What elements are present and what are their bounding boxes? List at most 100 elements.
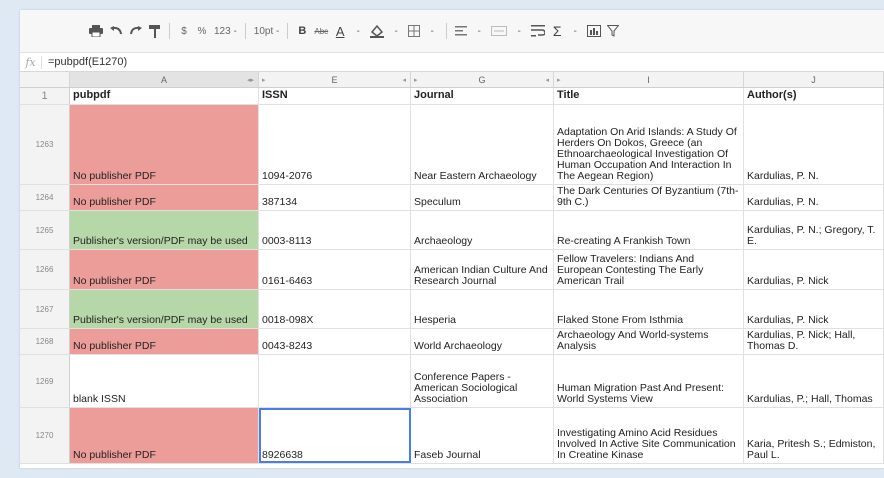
functions-dropdown[interactable]: - <box>566 20 584 42</box>
cell-title[interactable]: Human Migration Past And Present: World … <box>554 355 744 407</box>
cell-issn[interactable]: 0003-8113 <box>259 211 411 249</box>
cell-journal[interactable]: Hesperia <box>411 290 554 328</box>
table-row: 1264 No publisher PDF 387134 Speculum Th… <box>20 185 884 211</box>
cell-issn[interactable] <box>259 355 411 407</box>
column-header-g[interactable]: ▸ G ◂ <box>411 72 554 87</box>
column-label: J <box>811 74 816 85</box>
cell-authors[interactable]: Kardulias, P. Nick; Hall, Thomas D. <box>744 329 884 354</box>
cell-authors[interactable]: Kardulias, P.; Hall, Thomas <box>744 355 884 407</box>
strikethrough-icon[interactable]: Abc <box>311 20 331 42</box>
cell-issn[interactable]: 1094-2076 <box>259 105 411 184</box>
wrap-icon[interactable] <box>528 20 548 42</box>
currency-icon[interactable]: $ <box>175 20 193 42</box>
borders-dropdown[interactable]: - <box>423 20 441 42</box>
column-header-a[interactable]: A ◂▸ <box>70 72 259 87</box>
chart-icon[interactable] <box>584 20 604 42</box>
row-number[interactable]: 1270 <box>20 408 70 463</box>
merge-icon[interactable] <box>488 20 510 42</box>
column-arrow-icon: ◂▸ <box>246 76 254 84</box>
fill-color-icon[interactable] <box>367 20 387 42</box>
fx-icon: fx <box>20 55 42 69</box>
cell-issn[interactable]: 387134 <box>259 185 411 210</box>
cell-authors[interactable]: Kardulias, P. N. <box>744 105 884 184</box>
cell-pubpdf[interactable]: No publisher PDF <box>70 329 259 354</box>
number-format-button[interactable]: 123 - <box>211 20 240 42</box>
cell-title[interactable]: Archaeology And World-systems Analysis <box>554 329 744 354</box>
column-header-i[interactable]: ▸ I <box>554 72 744 87</box>
cell-pubpdf[interactable]: No publisher PDF <box>70 408 259 463</box>
font-size-select[interactable]: 10pt - <box>251 20 283 42</box>
bold-icon[interactable]: B <box>293 20 311 42</box>
toolbar-divider <box>244 23 246 39</box>
cell-journal[interactable]: Archaeology <box>411 211 554 249</box>
redo-icon[interactable] <box>126 20 146 42</box>
cell-pubpdf[interactable]: No publisher PDF <box>70 105 259 184</box>
column-arrow-icon: ▸ <box>557 76 561 84</box>
text-color-label: A <box>335 23 345 39</box>
align-dropdown[interactable]: - <box>470 20 488 42</box>
column-arrow-icon: ▸ <box>262 76 266 84</box>
cell-pubpdf[interactable]: No publisher PDF <box>70 250 259 289</box>
percent-icon[interactable]: % <box>193 20 211 42</box>
print-icon[interactable] <box>86 20 106 42</box>
row-number[interactable]: 1266 <box>20 250 70 289</box>
cell-authors[interactable]: Kardulias, P. N.; Gregory, T. E. <box>744 211 884 249</box>
cell-authors[interactable]: Karia, Pritesh S.; Edmiston, Paul L. <box>744 408 884 463</box>
column-header-e[interactable]: ▸ E ◂ <box>259 72 411 87</box>
cell-header-journal[interactable]: Journal <box>411 88 554 104</box>
cell-pubpdf[interactable]: Publisher's version/PDF may be used <box>70 290 259 328</box>
cell-header-issn[interactable]: ISSN <box>259 88 411 104</box>
cell-journal[interactable]: Conference Papers - American Sociologica… <box>411 355 554 407</box>
text-color-icon[interactable]: A <box>331 20 349 42</box>
cell-pubpdf[interactable]: Publisher's version/PDF may be used <box>70 211 259 249</box>
cell-authors[interactable]: Kardulias, P. N. <box>744 185 884 210</box>
paint-format-icon[interactable] <box>146 20 164 42</box>
cell-journal[interactable]: Faseb Journal <box>411 408 554 463</box>
cell-pubpdf[interactable]: blank ISSN <box>70 355 259 407</box>
filter-icon[interactable] <box>604 20 622 42</box>
column-label: G <box>478 74 486 85</box>
column-header-row: A ◂▸ ▸ E ◂ ▸ G ◂ ▸ I J <box>20 72 884 88</box>
row-number[interactable]: 1265 <box>20 211 70 249</box>
cell-header-title[interactable]: Title <box>554 88 744 104</box>
undo-icon[interactable] <box>106 20 126 42</box>
row-number[interactable]: 1263 <box>20 105 70 184</box>
cell-title[interactable]: The Dark Centuries Of Byzantium (7th-9th… <box>554 185 744 210</box>
column-label: E <box>331 74 338 85</box>
cell-title[interactable]: Re-creating A Frankish Town <box>554 211 744 249</box>
row-number[interactable]: 1 <box>20 88 70 104</box>
cell-journal[interactable]: Near Eastern Archaeology <box>411 105 554 184</box>
column-arrow-icon: ▸ <box>414 76 418 84</box>
row-number[interactable]: 1268 <box>20 329 70 354</box>
formula-input[interactable]: =pubpdf(E1270) <box>48 56 127 68</box>
cell-header-authors[interactable]: Author(s) <box>744 88 884 104</box>
column-header-j[interactable]: J <box>744 72 884 87</box>
cell-title[interactable]: Fellow Travelers: Indians And European C… <box>554 250 744 289</box>
cell-issn-selected[interactable]: 8926638 <box>259 408 411 463</box>
cell-authors[interactable]: Kardulias, P. Nick <box>744 250 884 289</box>
cell-journal[interactable]: World Archaeology <box>411 329 554 354</box>
row-number[interactable]: 1269 <box>20 355 70 407</box>
cell-title[interactable]: Investigating Amino Acid Residues Involv… <box>554 408 744 463</box>
cell-issn[interactable]: 0161-6463 <box>259 250 411 289</box>
column-arrow-icon: ◂ <box>402 76 406 84</box>
align-icon[interactable] <box>452 20 470 42</box>
text-color-dropdown[interactable]: - <box>349 20 367 42</box>
functions-icon[interactable]: Σ <box>548 20 566 42</box>
borders-icon[interactable] <box>405 20 423 42</box>
row-number[interactable]: 1264 <box>20 185 70 210</box>
cell-title[interactable]: Adaptation On Arid Islands: A Study Of H… <box>554 105 744 184</box>
cell-pubpdf[interactable]: No publisher PDF <box>70 185 259 210</box>
cell-journal[interactable]: Speculum <box>411 185 554 210</box>
cell-authors[interactable]: Kardulias, P. Nick <box>744 290 884 328</box>
cell-title[interactable]: Flaked Stone From Isthmia <box>554 290 744 328</box>
fill-color-dropdown[interactable]: - <box>387 20 405 42</box>
sheet-grid: A ◂▸ ▸ E ◂ ▸ G ◂ ▸ I J 1 pubpdf ISSN Journal T… <box>20 72 884 464</box>
merge-dropdown[interactable]: - <box>510 20 528 42</box>
cell-issn[interactable]: 0018-098X <box>259 290 411 328</box>
row-number[interactable]: 1267 <box>20 290 70 328</box>
cell-journal[interactable]: American Indian Culture And Research Jou… <box>411 250 554 289</box>
cell-issn[interactable]: 0043-8243 <box>259 329 411 354</box>
select-all-corner[interactable] <box>20 72 70 87</box>
cell-header-pubpdf[interactable]: pubpdf <box>70 88 259 104</box>
